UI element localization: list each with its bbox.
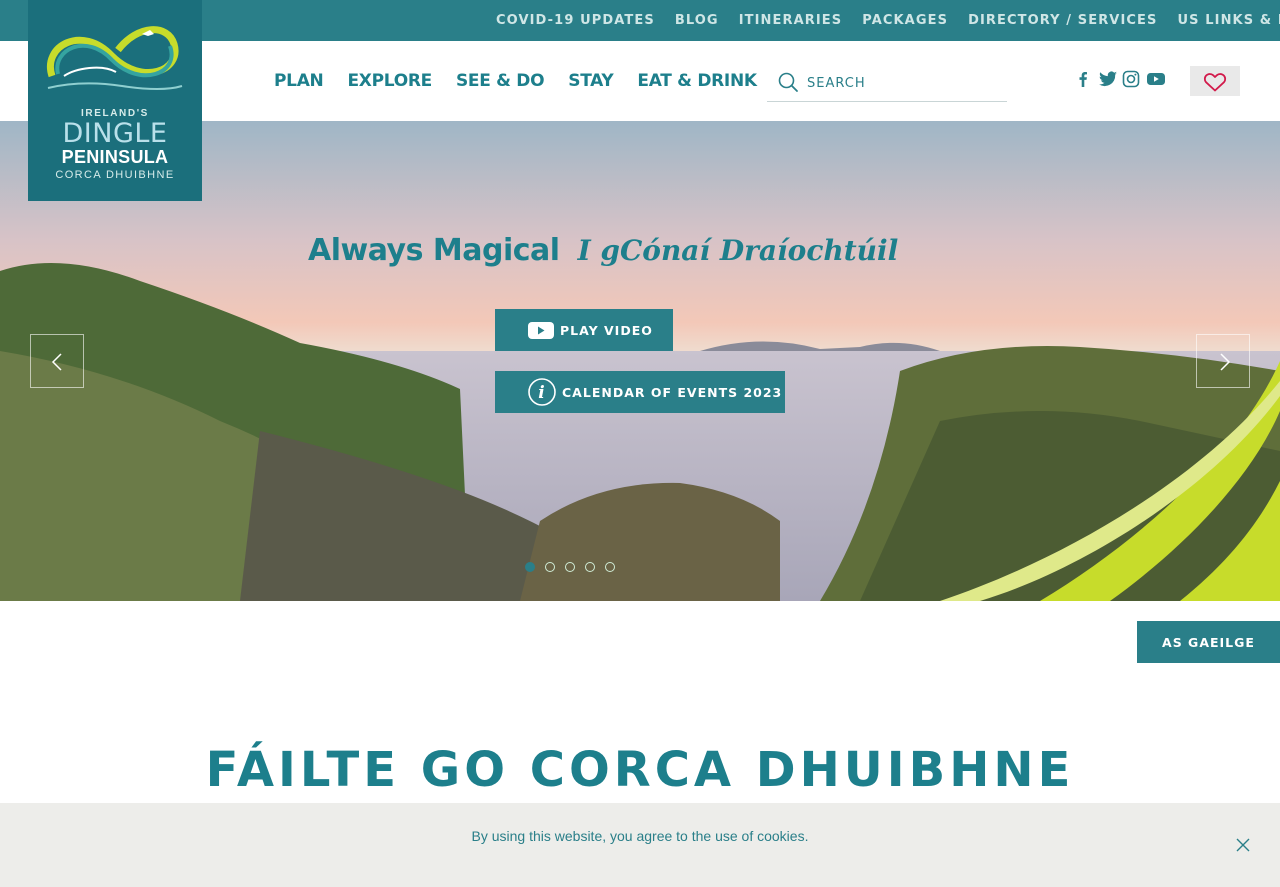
youtube-icon[interactable] [1146,70,1165,88]
covid-updates-link[interactable]: COVID-19 UPDATES [496,13,655,28]
calendar-events-button[interactable]: i CALENDAR OF EVENTS 2023 [495,371,785,413]
us-links-link[interactable]: US LINKS & BIG E [1178,13,1280,28]
heart-icon [1203,73,1227,92]
blog-link[interactable]: BLOG [675,13,719,28]
nav-plan[interactable]: PLAN [274,71,324,91]
utility-links: COVID-19 UPDATES BLOG ITINERARIES PACKAG… [496,13,1280,28]
svg-text:i: i [538,383,545,403]
search-box [767,66,1007,102]
logo-line-dingle: DINGLE [62,118,168,149]
nav-see-do[interactable]: SEE & DO [456,71,545,91]
info-icon: i [528,378,556,406]
logo-swirl-icon [47,26,183,90]
instagram-icon[interactable] [1122,70,1140,88]
play-video-button[interactable]: PLAY VIDEO [495,309,673,351]
slider-dots [525,562,615,572]
favourites-button[interactable] [1190,66,1240,96]
search-input[interactable] [807,72,997,94]
main-nav: PLAN EXPLORE SEE & DO STAY EAT & DRINK [274,71,757,91]
slider-dot[interactable] [585,562,595,572]
chevron-left-icon [51,353,62,371]
logo-line-peninsula: PENINSULA [61,147,169,167]
slider-next-button[interactable] [1196,334,1250,388]
nav-explore[interactable]: EXPLORE [347,71,432,91]
slider-prev-button[interactable] [30,334,84,388]
tagline-english: Always Magical [308,233,560,268]
site-logo[interactable]: IRELAND'S DINGLE PENINSULA CORCA DHUIBHN… [28,0,202,201]
logo-line-corca-dhuibhne: CORCA DHUIBHNE [55,169,175,181]
twitter-icon[interactable] [1098,70,1117,88]
close-icon[interactable] [1235,837,1251,853]
chevron-right-icon [1220,353,1231,371]
slider-dot[interactable] [565,562,575,572]
packages-link[interactable]: PACKAGES [862,13,948,28]
tagline-irish: I gCónaí Draíochtúil [577,234,899,267]
directory-services-link[interactable]: DIRECTORY / SERVICES [968,13,1157,28]
facebook-icon[interactable] [1074,70,1092,88]
welcome-heading: FÁILTE GO CORCA DHUIBHNE [205,742,1075,798]
play-video-label: PLAY VIDEO [560,322,653,338]
slider-dot[interactable] [605,562,615,572]
irish-language-button[interactable]: AS GAEILGE [1137,621,1280,663]
search-icon[interactable] [777,71,799,93]
hero-tagline: Always Magical I gCónaí Draíochtúil [308,233,1008,268]
slider-dot[interactable] [545,562,555,572]
cookie-banner: By using this website, you agree to the … [0,803,1280,887]
itineraries-link[interactable]: ITINERARIES [739,13,843,28]
slider-dot[interactable] [525,562,535,572]
nav-stay[interactable]: STAY [568,71,613,91]
youtube-play-icon [528,322,554,339]
cookie-message: By using this website, you agree to the … [471,828,809,844]
social-links [1074,70,1165,88]
nav-eat-drink[interactable]: EAT & DRINK [637,71,757,91]
calendar-events-label: CALENDAR OF EVENTS 2023 [562,384,783,400]
